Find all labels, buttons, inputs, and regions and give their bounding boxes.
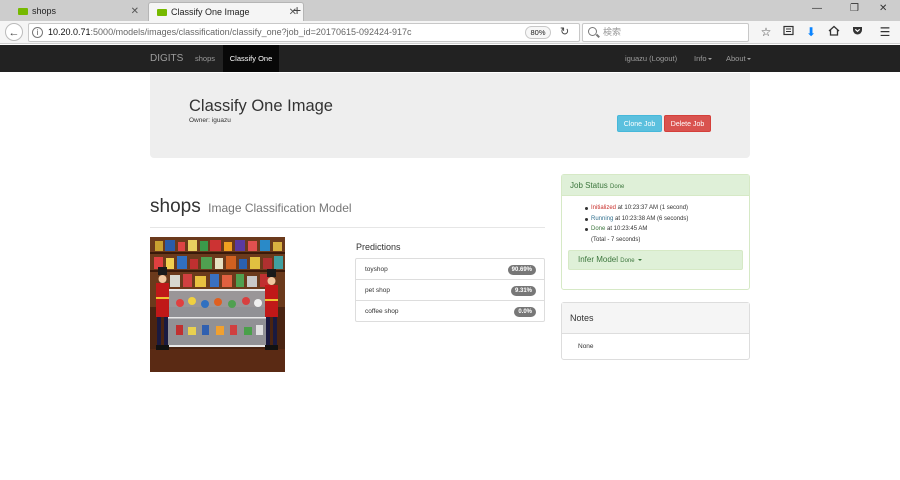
predictions-list: toyshop 90.69% pet shop 9.31% coffee sho… bbox=[355, 258, 545, 322]
notes-heading: Notes bbox=[562, 303, 749, 334]
url-text: 10.20.0.71:5000/models/images/classifica… bbox=[48, 27, 412, 37]
reload-icon[interactable]: ↻ bbox=[560, 24, 569, 41]
job-status-state: Done bbox=[610, 184, 625, 190]
owner-text: Owner: iguazu bbox=[189, 117, 231, 124]
prediction-confidence-badge: 90.69% bbox=[507, 265, 536, 275]
prediction-confidence-badge: 9.31% bbox=[510, 286, 536, 296]
reading-list-icon[interactable] bbox=[780, 24, 796, 40]
delete-job-button[interactable]: Delete Job bbox=[664, 115, 711, 132]
tab-label: Classify One Image bbox=[171, 7, 250, 17]
nav-link-shops[interactable]: shops bbox=[195, 45, 215, 72]
pocket-icon[interactable] bbox=[849, 24, 865, 40]
app-navbar: DIGITS shops Classify One iguazu (Logout… bbox=[0, 45, 900, 72]
search-placeholder: 検索 bbox=[603, 27, 622, 37]
browser-tab-classify[interactable]: Classify One Image ✕ bbox=[148, 2, 304, 21]
search-input[interactable]: 検索 bbox=[582, 23, 749, 42]
back-arrow-icon[interactable]: ← bbox=[5, 23, 23, 41]
status-done: Done at 10:23:45 AM bbox=[585, 224, 688, 235]
zoom-level[interactable]: 80% bbox=[525, 26, 551, 39]
prediction-item: coffee shop 0.0% bbox=[355, 300, 545, 322]
notes-body: None bbox=[578, 343, 594, 350]
job-status-heading: Job Status Done bbox=[562, 175, 749, 196]
page-title: Classify One Image bbox=[189, 97, 333, 115]
status-initialized: Initialized at 10:23:37 AM (1 second) bbox=[585, 203, 688, 214]
nvidia-favicon-icon bbox=[18, 8, 28, 15]
browser-tab-shops[interactable]: shops ✕ bbox=[0, 2, 147, 21]
browser-tab-bar: shops ✕ Classify One Image ✕ + — ❐ ✕ bbox=[0, 0, 900, 21]
job-status-panel: Job Status Done Initialized at 10:23:37 … bbox=[561, 174, 750, 290]
browser-toolbar: ← i 10.20.0.71:5000/models/images/classi… bbox=[0, 21, 900, 44]
job-status-timeline: Initialized at 10:23:37 AM (1 second) Ru… bbox=[585, 203, 688, 245]
prediction-confidence-badge: 0.0% bbox=[514, 307, 536, 317]
search-icon bbox=[588, 27, 597, 36]
notes-panel: Notes None bbox=[561, 302, 750, 360]
nvidia-favicon-icon bbox=[157, 9, 167, 16]
prediction-item: pet shop 9.31% bbox=[355, 279, 545, 301]
new-tab-icon[interactable]: + bbox=[293, 2, 301, 18]
model-subtitle: Image Classification Model bbox=[208, 201, 352, 215]
predictions-heading: Predictions bbox=[356, 242, 401, 252]
user-logout-link[interactable]: iguazu (Logout) bbox=[625, 45, 677, 72]
clone-job-button[interactable]: Clone Job bbox=[617, 115, 662, 132]
caret-down-icon bbox=[707, 58, 712, 61]
prediction-label: pet shop bbox=[365, 287, 390, 294]
caret-down-icon bbox=[637, 258, 642, 261]
status-total: (Total - 7 seconds) bbox=[591, 236, 641, 243]
window-close-icon[interactable]: ✕ bbox=[879, 3, 887, 14]
prediction-label: toyshop bbox=[365, 266, 388, 273]
status-running: Running at 10:23:38 AM (6 seconds) bbox=[585, 214, 688, 225]
info-icon[interactable]: i bbox=[32, 27, 43, 38]
classified-image bbox=[150, 237, 285, 372]
home-icon[interactable] bbox=[826, 24, 842, 40]
caret-down-icon bbox=[746, 58, 751, 61]
about-dropdown[interactable]: About bbox=[726, 45, 751, 72]
address-bar[interactable]: i 10.20.0.71:5000/models/images/classifi… bbox=[28, 23, 580, 42]
brand-logo[interactable]: DIGITS bbox=[150, 45, 183, 72]
model-name: shops bbox=[150, 196, 201, 217]
tab-label: shops bbox=[32, 6, 57, 16]
infer-model-dropdown[interactable]: Infer Model Done bbox=[568, 250, 743, 270]
bookmark-star-icon[interactable]: ☆ bbox=[758, 24, 774, 40]
model-heading: shops Image Classification Model bbox=[150, 196, 545, 228]
restore-icon[interactable]: ❐ bbox=[850, 3, 859, 14]
minimize-icon[interactable]: — bbox=[812, 3, 822, 14]
page-header: Classify One Image Owner: iguazu Clone J… bbox=[150, 73, 750, 158]
info-dropdown[interactable]: Info bbox=[694, 45, 712, 72]
hamburger-menu-icon[interactable]: ☰ bbox=[877, 24, 893, 40]
download-icon[interactable]: ⬇ bbox=[803, 24, 819, 40]
close-tab-icon[interactable]: ✕ bbox=[131, 2, 139, 21]
prediction-item: toyshop 90.69% bbox=[355, 258, 545, 280]
prediction-label: coffee shop bbox=[365, 308, 399, 315]
nav-link-classify-one[interactable]: Classify One bbox=[223, 45, 279, 72]
